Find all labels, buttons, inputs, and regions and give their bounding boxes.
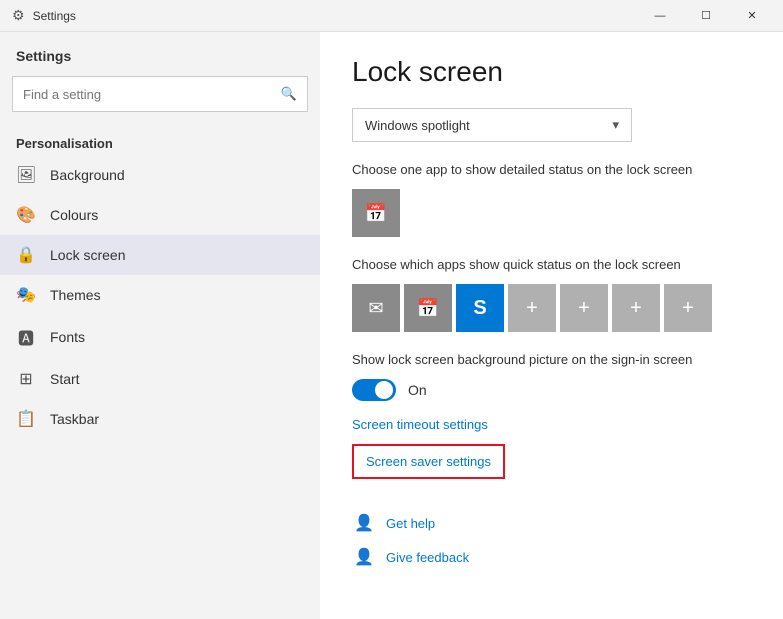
title-bar: ⚙ Settings — ☐ ✕	[0, 0, 783, 32]
sign-in-toggle[interactable]	[352, 379, 396, 401]
detailed-status-icons: 📅	[352, 189, 751, 237]
screen-saver-box: Screen saver settings	[352, 444, 505, 479]
sidebar-label-start: Start	[50, 371, 80, 387]
chevron-down-icon: ▾	[612, 117, 619, 133]
section-label: Personalisation	[0, 128, 320, 155]
background-type-dropdown[interactable]: Windows spotlight ▾	[352, 108, 632, 142]
skype-app-icon[interactable]: S	[456, 284, 504, 332]
add-app-icon-4[interactable]: +	[664, 284, 712, 332]
sidebar-label-lockscreen: Lock screen	[50, 247, 125, 263]
taskbar-icon: 📋	[16, 409, 36, 429]
sidebar: Settings 🔍 Personalisation 🖼 Background …	[0, 32, 320, 619]
sidebar-item-start[interactable]: ⊞ Start	[0, 359, 320, 399]
mail-app-icon[interactable]: ✉	[352, 284, 400, 332]
fonts-icon: 🅰	[16, 325, 36, 349]
get-help-row[interactable]: 👤 Get help	[352, 511, 751, 535]
add-app-icon-1[interactable]: +	[508, 284, 556, 332]
sidebar-header: Settings	[0, 40, 320, 76]
get-help-icon: 👤	[352, 511, 376, 535]
themes-icon: 🎭	[16, 285, 36, 305]
search-box[interactable]: 🔍	[12, 76, 308, 112]
get-help-text: Get help	[386, 516, 435, 531]
colours-icon: 🎨	[16, 205, 36, 225]
search-icon[interactable]: 🔍	[281, 86, 297, 102]
add-app-icon-3[interactable]: +	[612, 284, 660, 332]
sidebar-label-themes: Themes	[50, 287, 101, 303]
screen-timeout-link[interactable]: Screen timeout settings	[352, 417, 751, 432]
quick-status-icons-row: ✉ 📅 S + + + +	[352, 284, 751, 332]
background-icon: 🖼	[16, 165, 36, 185]
settings-icon: ⚙	[12, 7, 25, 24]
screen-saver-link[interactable]: Screen saver settings	[366, 454, 491, 469]
give-feedback-icon: 👤	[352, 545, 376, 569]
dropdown-row: Windows spotlight ▾	[352, 108, 751, 142]
sidebar-item-background[interactable]: 🖼 Background	[0, 155, 320, 195]
lockscreen-icon: 🔒	[16, 245, 36, 265]
give-feedback-text: Give feedback	[386, 550, 469, 565]
toggle-knob	[375, 381, 393, 399]
page-title: Lock screen	[352, 56, 751, 88]
quick-status-label: Choose which apps show quick status on t…	[352, 257, 751, 272]
minimize-button[interactable]: —	[637, 0, 683, 32]
search-input[interactable]	[23, 87, 281, 102]
app-body: Settings 🔍 Personalisation 🖼 Background …	[0, 32, 783, 619]
sidebar-item-colours[interactable]: 🎨 Colours	[0, 195, 320, 235]
sidebar-label-colours: Colours	[50, 207, 98, 223]
toggle-row: On	[352, 379, 751, 401]
sidebar-label-background: Background	[50, 167, 125, 183]
sidebar-item-taskbar[interactable]: 📋 Taskbar	[0, 399, 320, 439]
sign-in-label: Show lock screen background picture on t…	[352, 352, 751, 367]
title-bar-controls: — ☐ ✕	[637, 0, 775, 32]
maximize-button[interactable]: ☐	[683, 0, 729, 32]
detailed-status-label: Choose one app to show detailed status o…	[352, 162, 751, 177]
sidebar-label-taskbar: Taskbar	[50, 411, 99, 427]
title-bar-left: ⚙ Settings	[12, 7, 76, 24]
give-feedback-row[interactable]: 👤 Give feedback	[352, 545, 751, 569]
sidebar-label-fonts: Fonts	[50, 329, 85, 345]
sidebar-item-themes[interactable]: 🎭 Themes	[0, 275, 320, 315]
calendar-app-icon[interactable]: 📅	[352, 189, 400, 237]
add-app-icon-2[interactable]: +	[560, 284, 608, 332]
title-bar-title: Settings	[33, 9, 76, 23]
toggle-state-label: On	[408, 382, 427, 398]
sidebar-item-lockscreen[interactable]: 🔒 Lock screen	[0, 235, 320, 275]
sidebar-item-fonts[interactable]: 🅰 Fonts	[0, 315, 320, 359]
calendar-app-icon-2[interactable]: 📅	[404, 284, 452, 332]
dropdown-value: Windows spotlight	[365, 118, 470, 133]
content-area: Lock screen Windows spotlight ▾ Choose o…	[320, 32, 783, 619]
close-button[interactable]: ✕	[729, 0, 775, 32]
start-icon: ⊞	[16, 369, 36, 389]
